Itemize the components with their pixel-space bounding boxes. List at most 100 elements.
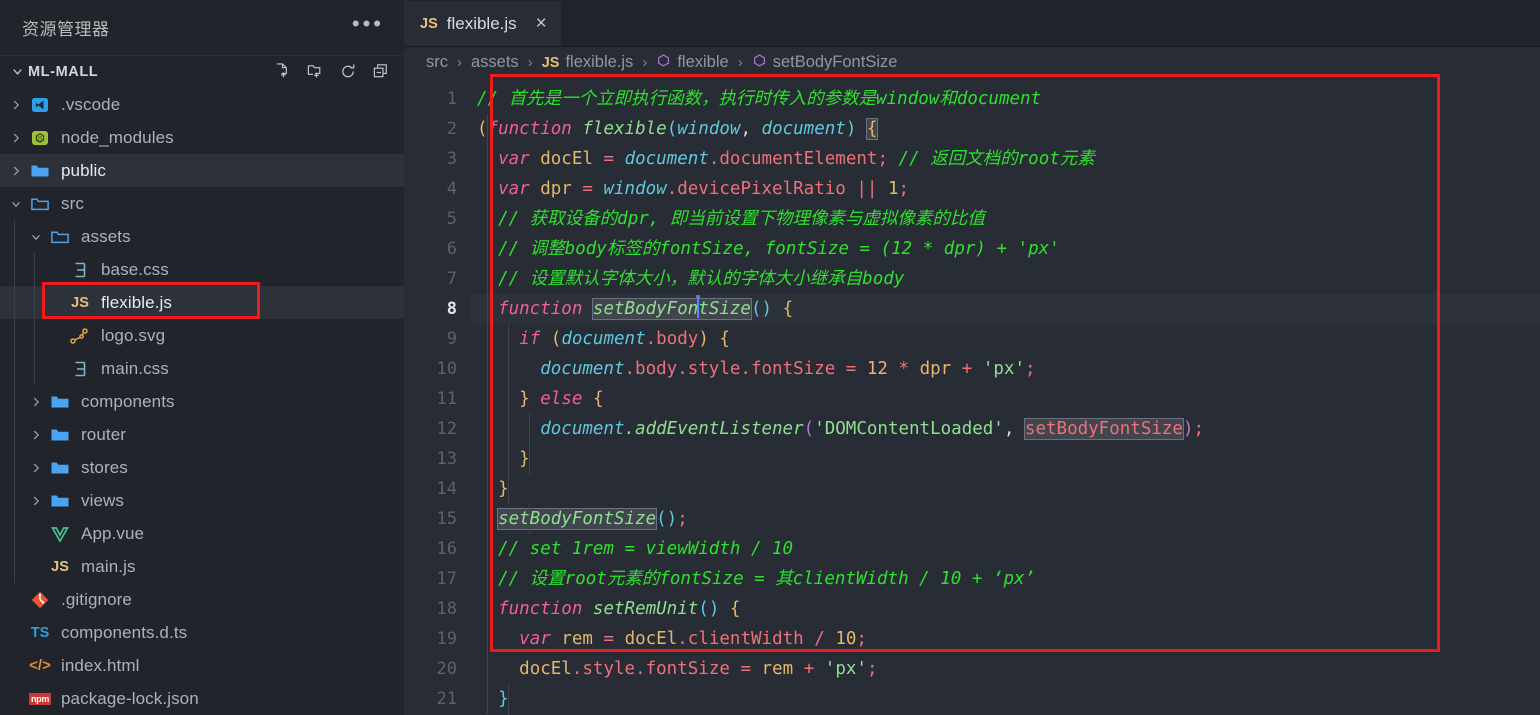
breadcrumb-item-assets[interactable]: assets: [471, 53, 519, 72]
line-number: 1: [446, 89, 457, 109]
tree-item-flexible-js[interactable]: JS flexible.js: [0, 286, 404, 319]
tree-item-label: .vscode: [61, 94, 121, 114]
code-line[interactable]: // 获取设备的dpr, 即当前设置下物理像素与虚拟像素的比值: [471, 204, 1540, 234]
breadcrumb-item-flexible-js[interactable]: JS flexible.js: [542, 53, 634, 72]
folder-icon: [28, 160, 52, 182]
code-line[interactable]: (function flexible(window, document) {: [471, 114, 1540, 144]
code-line[interactable]: docEl.style.fontSize = rem + 'px';: [471, 654, 1540, 684]
code-line[interactable]: // 调整body标签的fontSize, fontSize = (12 * d…: [471, 234, 1540, 264]
collapse-all-icon[interactable]: [371, 61, 392, 82]
indent-guide: [14, 220, 15, 253]
symbol-method-icon: [656, 53, 671, 72]
code-line[interactable]: function setBodyFontSize() {: [471, 294, 1540, 324]
folder-icon: [48, 391, 72, 413]
js-icon: JS: [541, 54, 560, 71]
code-line[interactable]: }: [471, 684, 1540, 714]
code-line[interactable]: }: [471, 444, 1540, 474]
chevron-right-icon[interactable]: [26, 491, 46, 511]
chevron-right-icon[interactable]: [6, 95, 26, 115]
chevron-right-icon[interactable]: [26, 425, 46, 445]
close-icon[interactable]: ×: [536, 14, 547, 33]
code-line[interactable]: // set 1rem = viewWidth / 10: [471, 534, 1540, 564]
tree-item-router[interactable]: router: [0, 418, 404, 451]
tree-item-package-lock-json[interactable]: npm package-lock.json: [0, 682, 404, 715]
tree-item-label: views: [81, 490, 125, 510]
tree-item-src[interactable]: src: [0, 187, 404, 220]
breadcrumb-item-src[interactable]: src: [426, 53, 448, 72]
folder-open-icon: [28, 193, 52, 215]
indent-guide: [34, 286, 35, 319]
code-line[interactable]: var rem = docEl.clientWidth / 10;: [471, 624, 1540, 654]
breadcrumb-item-flexible[interactable]: flexible: [656, 53, 729, 72]
code-line[interactable]: } else {: [471, 384, 1540, 414]
ellipsis-icon[interactable]: •••: [352, 12, 384, 37]
code-line[interactable]: }: [471, 474, 1540, 504]
chevron-down-icon[interactable]: [6, 61, 28, 83]
tree-item-base-css[interactable]: base.css: [0, 253, 404, 286]
tree-item-app-vue[interactable]: App.vue: [0, 517, 404, 550]
chevron-down-icon[interactable]: [26, 227, 46, 247]
tree-item--vscode[interactable]: .vscode: [0, 88, 404, 121]
line-number: 9: [446, 329, 457, 349]
tab-flexible-js[interactable]: JS flexible.js ×: [404, 0, 562, 46]
tree-item-logo-svg[interactable]: logo.svg: [0, 319, 404, 352]
chevron-right-icon[interactable]: [6, 128, 26, 148]
explorer-header: 资源管理器 •••: [0, 0, 404, 55]
code-line[interactable]: if (document.body) {: [471, 324, 1540, 354]
node-icon: JS: [28, 127, 52, 149]
tree-item-label: .gitignore: [61, 589, 132, 609]
tree-item-main-js[interactable]: JS main.js: [0, 550, 404, 583]
editor-tabs: JS flexible.js ×: [404, 0, 1540, 47]
tree-item-stores[interactable]: stores: [0, 451, 404, 484]
chevron-right-icon[interactable]: [26, 392, 46, 412]
breadcrumb-label: assets: [471, 53, 519, 71]
code-line[interactable]: // 设置默认字体大小，默认的字体大小继承自body: [471, 264, 1540, 294]
indent-guide: [14, 451, 15, 484]
tree-item-public[interactable]: public: [0, 154, 404, 187]
tree-item-views[interactable]: views: [0, 484, 404, 517]
tree-item-label: base.css: [101, 259, 169, 279]
line-number: 20: [436, 659, 457, 679]
tree-item--gitignore[interactable]: .gitignore: [0, 583, 404, 616]
chevron-right-icon[interactable]: [26, 458, 46, 478]
breadcrumb-label: flexible: [677, 53, 729, 71]
refresh-icon[interactable]: [338, 61, 359, 82]
file-tree[interactable]: .vscode JS node_modules public src assets base…: [0, 87, 404, 715]
tree-item-main-css[interactable]: main.css: [0, 352, 404, 385]
code-line[interactable]: document.body.style.fontSize = 12 * dpr …: [471, 354, 1540, 384]
code-line[interactable]: // 设置root元素的fontSize = 其clientWidth / 10…: [471, 564, 1540, 594]
project-section-header[interactable]: ML-MALL: [0, 55, 404, 87]
chevron-down-icon[interactable]: [6, 194, 26, 214]
code-line[interactable]: function setRemUnit() {: [471, 594, 1540, 624]
new-file-icon[interactable]: [272, 61, 293, 82]
vscode-window: 资源管理器 ••• ML-MALL .vscode JS node_module…: [0, 0, 1540, 715]
code-line[interactable]: document.addEventListener('DOMContentLoa…: [471, 414, 1540, 444]
breadcrumb-item-setbodyfontsize[interactable]: setBodyFontSize: [752, 53, 898, 72]
line-number: 6: [446, 239, 457, 259]
tree-item-components[interactable]: components: [0, 385, 404, 418]
line-number: 10: [436, 359, 457, 379]
css-icon: [68, 358, 92, 380]
indent-guide: [14, 517, 15, 550]
tree-item-label: main.js: [81, 556, 136, 576]
npm-icon: npm: [28, 692, 52, 705]
line-number: 7: [446, 269, 457, 289]
git-icon: [28, 589, 52, 611]
chevron-right-icon[interactable]: [6, 161, 26, 181]
tree-item-label: main.css: [101, 358, 169, 378]
tree-item-assets[interactable]: assets: [0, 220, 404, 253]
breadcrumb-label: setBodyFontSize: [772, 53, 898, 71]
line-number: 2: [446, 119, 457, 139]
code-editor[interactable]: 1 2 3 4 5 6 7 8 9 10 11 12 13 14 15 16 17 18 19 20 21 // 首先是…: [404, 78, 1540, 715]
new-folder-icon[interactable]: [305, 61, 326, 82]
code-line[interactable]: var dpr = window.devicePixelRatio || 1;: [471, 174, 1540, 204]
code-content[interactable]: // 首先是一个立即执行函数，执行时传入的参数是window和document(…: [471, 78, 1540, 715]
tree-item-components-d-ts[interactable]: TS components.d.ts: [0, 616, 404, 649]
tree-item-index-html[interactable]: </> index.html: [0, 649, 404, 682]
code-line[interactable]: var docEl = document.documentElement; //…: [471, 144, 1540, 174]
code-line[interactable]: // 首先是一个立即执行函数，执行时传入的参数是window和document: [471, 84, 1540, 114]
indent-guide: [508, 324, 509, 504]
tree-item-node-modules[interactable]: JS node_modules: [0, 121, 404, 154]
code-line[interactable]: setBodyFontSize();: [471, 504, 1540, 534]
breadcrumb[interactable]: src › assets › JS flexible.js › flexible › setBod…: [404, 47, 1540, 78]
